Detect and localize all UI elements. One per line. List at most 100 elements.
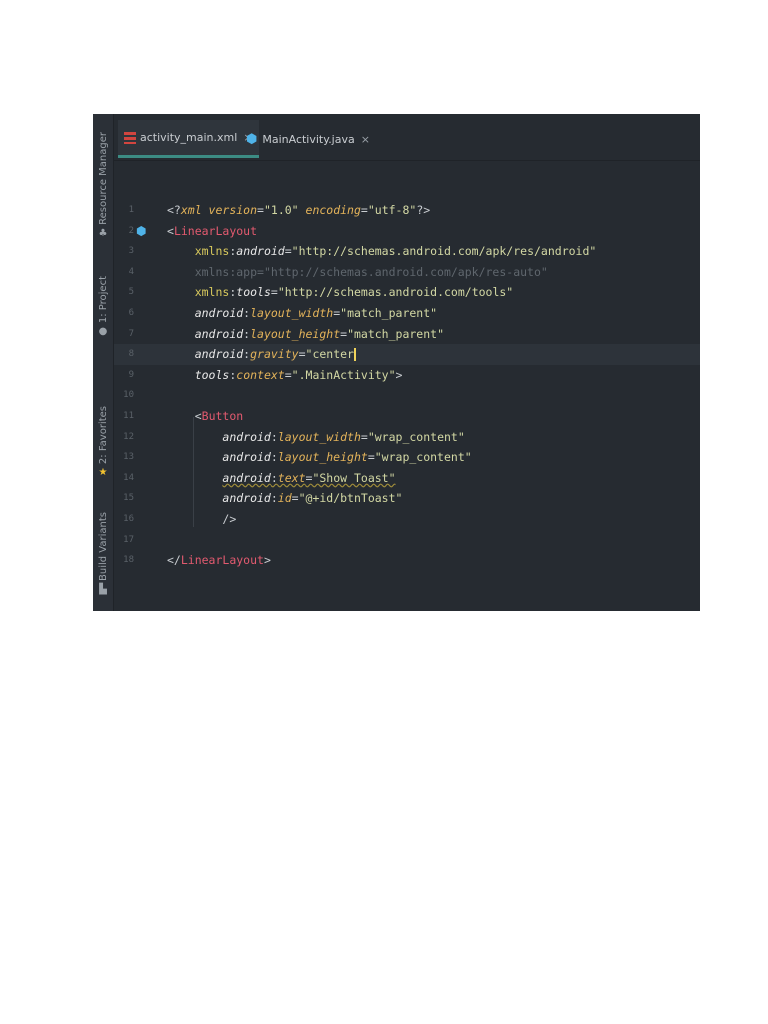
- code-token: <?: [167, 203, 181, 217]
- code-token: android: [236, 244, 285, 259]
- resource-manager-label: Resource Manager: [97, 132, 109, 225]
- code-token: "utf-8": [367, 203, 417, 217]
- code-token: android: [194, 326, 244, 341]
- code-token: gravity: [250, 347, 299, 362]
- line-number: 18: [123, 555, 134, 566]
- code-line[interactable]: 5 xmlns:tools="http://schemas.android.co…: [114, 282, 700, 303]
- build-variants-tab[interactable]: Build Variants ▙: [93, 512, 113, 595]
- line-number: 17: [123, 534, 134, 545]
- code-token: xmlns:app="http://schemas.android.com/ap…: [194, 264, 548, 279]
- project-tab[interactable]: 1: Project ●: [93, 276, 113, 337]
- line-number: 4: [128, 266, 134, 277]
- code-token: "http://schemas.android.com/tools": [277, 285, 514, 300]
- code-token: <: [194, 408, 202, 423]
- code-token: android: [222, 470, 271, 485]
- activity-gutter-icon[interactable]: ⬢: [136, 221, 146, 242]
- code-token: android: [194, 347, 244, 362]
- code-line[interactable]: 14 android:text="Show Toast": [114, 468, 700, 489]
- code-line[interactable]: 12 android:layout_width="wrap_content": [114, 427, 700, 448]
- tab-mainactivity-java[interactable]: ⬢ MainActivity.java ×: [240, 120, 376, 158]
- code-token: =: [257, 203, 264, 217]
- code-line[interactable]: 11 <Button: [114, 406, 700, 427]
- code-line[interactable]: 18 </LinearLayout>: [114, 550, 700, 571]
- code-text: </LinearLayout>: [167, 550, 271, 571]
- code-token: <: [167, 223, 174, 238]
- code-token: "center: [305, 347, 354, 362]
- code-line[interactable]: 10: [114, 385, 700, 406]
- code-line[interactable]: 4 xmlns:app="http://schemas.android.com/…: [114, 262, 700, 283]
- code-editor[interactable]: 1 <?xml version="1.0" encoding="utf-8"?> 2…: [114, 200, 700, 571]
- code-text: <Button: [167, 406, 243, 427]
- code-token: =: [270, 285, 278, 300]
- line-number: 14: [123, 472, 134, 483]
- android-studio-screenshot: Resource Manager ♣ 1: Project ● 2: Favor…: [93, 114, 700, 611]
- favorites-tab[interactable]: 2: Favorites ★: [93, 406, 113, 478]
- line-number: 10: [123, 390, 134, 401]
- code-line[interactable]: 13 android:layout_height="wrap_content": [114, 447, 700, 468]
- tab-activity-main-xml[interactable]: activity_main.xml ×: [118, 120, 259, 158]
- code-token: "1.0": [263, 203, 306, 217]
- code-token: =: [284, 244, 292, 259]
- code-token: tools: [194, 367, 230, 382]
- code-token: android: [222, 491, 271, 506]
- code-token: />: [222, 511, 237, 526]
- code-line[interactable]: 1 <?xml version="1.0" encoding="utf-8"?>: [114, 200, 700, 221]
- line-number: 6: [128, 307, 134, 318]
- close-icon[interactable]: ×: [361, 133, 370, 146]
- code-line[interactable]: 17: [114, 530, 700, 551]
- code-text: xmlns:app="http://schemas.android.com/ap…: [167, 262, 548, 283]
- code-line[interactable]: 16 />: [114, 509, 700, 530]
- code-token: layout_height: [250, 326, 341, 341]
- code-text: android:gravity="center: [167, 344, 356, 365]
- tab-label: activity_main.xml: [140, 131, 238, 144]
- code-token: :: [270, 470, 278, 485]
- text-caret: [353, 348, 356, 362]
- line-number: 7: [128, 328, 134, 339]
- code-token: layout_width: [277, 429, 361, 444]
- project-icon: ●: [98, 326, 108, 338]
- code-token: "@+id/btnToast": [298, 491, 403, 506]
- code-line[interactable]: 7 android:layout_height="match_parent": [114, 324, 700, 345]
- code-token: :: [270, 450, 278, 465]
- code-text: />: [167, 509, 236, 530]
- code-line[interactable]: 6 android:layout_width="match_parent": [114, 303, 700, 324]
- code-text: android:layout_height="match_parent": [167, 324, 444, 345]
- code-text: android:id="@+id/btnToast": [167, 488, 402, 509]
- code-token: >: [263, 553, 271, 568]
- line-number: 16: [123, 513, 134, 524]
- code-token: "match_parent": [347, 326, 444, 341]
- code-text: android:layout_width="match_parent": [167, 303, 437, 324]
- code-line[interactable]: 8 android:gravity="center: [114, 344, 700, 365]
- code-line[interactable]: 9 tools:context=".MainActivity">: [114, 365, 700, 386]
- code-token: ".MainActivity": [291, 367, 396, 382]
- line-number: 12: [123, 431, 134, 442]
- code-text: xmlns:tools="http://schemas.android.com/…: [167, 282, 514, 303]
- star-icon: ★: [98, 467, 108, 479]
- tab-label: MainActivity.java: [262, 132, 355, 146]
- code-token: id: [277, 491, 292, 506]
- code-token: =: [360, 429, 368, 444]
- code-token: layout_height: [277, 450, 368, 465]
- code-token: "match_parent": [340, 305, 438, 320]
- code-token: =: [284, 367, 292, 382]
- code-token: >: [395, 367, 403, 382]
- code-line[interactable]: 15 android:id="@+id/btnToast": [114, 488, 700, 509]
- code-token: :: [270, 429, 278, 444]
- resource-manager-tab[interactable]: Resource Manager ♣: [93, 132, 113, 239]
- build-variants-label: Build Variants: [97, 512, 109, 581]
- code-token: tools: [236, 285, 271, 300]
- xml-layout-icon: [124, 131, 136, 144]
- code-token: xmlns: [194, 285, 230, 300]
- code-line[interactable]: 2 ⬢ <LinearLayout: [114, 221, 700, 242]
- line-number: 9: [128, 369, 134, 380]
- code-token: android: [222, 450, 271, 465]
- code-text: xmlns:android="http://schemas.android.co…: [167, 241, 597, 262]
- code-line[interactable]: 3 xmlns:android="http://schemas.android.…: [114, 241, 700, 262]
- resource-manager-icon: ♣: [98, 227, 108, 239]
